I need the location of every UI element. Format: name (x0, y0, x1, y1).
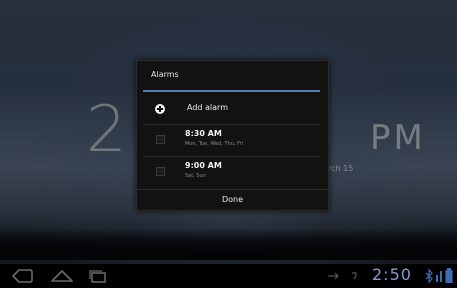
title-divider (143, 90, 320, 92)
alarm-2-checkbox[interactable] (156, 167, 165, 176)
alarm-1-time: 8:30 AM (185, 129, 222, 138)
add-icon (155, 104, 165, 114)
alarm-row-1[interactable]: 8:30 AM Mon, Tue, Wed, Thu, Fri (137, 126, 328, 154)
alarm-row-2[interactable]: 9:00 AM Sat, Sun (137, 158, 328, 186)
alarm-1-checkbox[interactable] (156, 135, 165, 144)
alarm-2-time: 9:00 AM (185, 161, 222, 170)
add-alarm-row[interactable]: Add alarm (137, 97, 328, 123)
lockscreen-background: 2 PM rch 15 Alarms Add alarm 8:30 AM Mon… (0, 0, 457, 288)
dialog-title: Alarms (151, 70, 179, 79)
done-button[interactable]: Done (137, 190, 328, 210)
wifi-icon (436, 271, 442, 282)
alarms-dialog: Alarms Add alarm 8:30 AM Mon, Tue, Wed, … (136, 60, 329, 211)
alarm-2-days: Sat, Sun (185, 173, 206, 179)
status-clock[interactable]: 2:50 (372, 265, 412, 285)
bluetooth-icon (425, 269, 433, 283)
add-alarm-label: Add alarm (187, 103, 228, 112)
alarm-1-days: Mon, Tue, Wed, Thu, Fri (185, 141, 244, 147)
row-divider (143, 124, 320, 125)
usb-icon (328, 272, 339, 280)
battery-icon (445, 268, 453, 283)
back-icon[interactable] (10, 268, 34, 284)
notification-icon[interactable] (350, 271, 358, 281)
recent-apps-icon[interactable] (86, 268, 110, 284)
home-icon[interactable] (50, 268, 74, 284)
row-divider (143, 156, 320, 157)
